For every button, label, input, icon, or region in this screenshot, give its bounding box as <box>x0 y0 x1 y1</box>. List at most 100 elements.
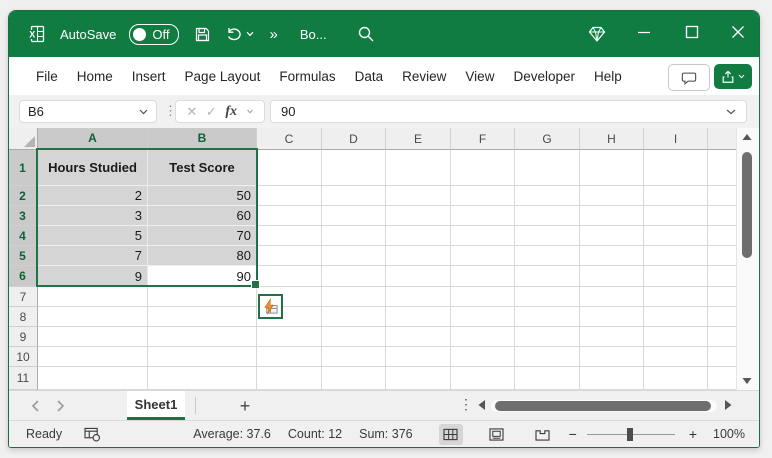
col-header-B[interactable]: B <box>148 128 257 150</box>
cell-F1[interactable] <box>451 150 515 186</box>
vertical-scrollbar[interactable] <box>736 128 757 390</box>
row-header-3[interactable]: 3 <box>9 206 38 226</box>
cell-A8[interactable] <box>38 307 148 327</box>
cell-D2[interactable] <box>322 186 386 206</box>
previous-sheet-icon[interactable] <box>31 399 40 412</box>
col-header-G[interactable]: G <box>515 128 580 150</box>
cell-F11[interactable] <box>451 367 515 390</box>
ribbon-tab-help[interactable]: Help <box>594 69 622 84</box>
select-all-corner[interactable] <box>9 128 38 150</box>
cell-C2[interactable] <box>257 186 322 206</box>
col-header-D[interactable]: D <box>322 128 386 150</box>
gem-upgrade-icon[interactable] <box>587 25 607 43</box>
col-header-A[interactable]: A <box>38 128 148 150</box>
cell-B7[interactable] <box>148 287 257 307</box>
cell-E10[interactable] <box>386 347 451 367</box>
cell-H1[interactable] <box>580 150 644 186</box>
cell-H5[interactable] <box>580 246 644 266</box>
cell-B2[interactable]: 50 <box>148 186 257 206</box>
minimize-button[interactable] <box>637 25 651 39</box>
normal-view-button[interactable] <box>438 423 463 445</box>
undo-button[interactable] <box>226 27 254 42</box>
horizontal-scroll-thumb[interactable] <box>495 401 711 411</box>
cell-B8[interactable] <box>148 307 257 327</box>
cell-A10[interactable] <box>38 347 148 367</box>
horizontal-scrollbar[interactable] <box>491 400 717 412</box>
cell-I8[interactable] <box>644 307 708 327</box>
cell-H3[interactable] <box>580 206 644 226</box>
cell-G9[interactable] <box>515 327 580 347</box>
cell-F6[interactable] <box>451 266 515 287</box>
cell-A6[interactable]: 9 <box>38 266 148 287</box>
cell-C1[interactable] <box>257 150 322 186</box>
cell-B6[interactable]: 90 <box>148 266 257 287</box>
cell-B9[interactable] <box>148 327 257 347</box>
sheet-tab-sheet1[interactable]: Sheet1 <box>127 391 185 420</box>
row-header-7[interactable]: 7 <box>9 287 38 307</box>
cell-D1[interactable] <box>322 150 386 186</box>
col-header-F[interactable]: F <box>451 128 515 150</box>
cell-J11[interactable] <box>708 367 737 390</box>
cell-I1[interactable] <box>644 150 708 186</box>
col-header-E[interactable]: E <box>386 128 451 150</box>
scroll-right-icon[interactable] <box>723 399 733 411</box>
cell-D9[interactable] <box>322 327 386 347</box>
cell-B3[interactable]: 60 <box>148 206 257 226</box>
insert-function-icon[interactable]: fx <box>225 104 237 120</box>
cell-G2[interactable] <box>515 186 580 206</box>
autosave-toggle[interactable]: Off <box>129 23 180 45</box>
cell-B4[interactable]: 70 <box>148 226 257 246</box>
cell-C9[interactable] <box>257 327 322 347</box>
formula-input[interactable]: 90 <box>270 100 747 123</box>
cell-H6[interactable] <box>580 266 644 287</box>
cell-D8[interactable] <box>322 307 386 327</box>
quick-analysis-button[interactable] <box>258 294 283 319</box>
expand-formula-bar-icon[interactable] <box>726 109 736 115</box>
cell-A9[interactable] <box>38 327 148 347</box>
col-header-partial[interactable] <box>708 128 737 150</box>
cell-F7[interactable] <box>451 287 515 307</box>
average-stat[interactable]: Average: 37.6 <box>193 427 271 441</box>
document-title[interactable]: Bo... <box>300 27 327 42</box>
name-box-chevron-icon[interactable] <box>139 109 148 115</box>
row-header-6[interactable]: 6 <box>9 266 38 287</box>
cancel-entry-icon[interactable]: ✕ <box>186 104 197 120</box>
cell-C11[interactable] <box>257 367 322 390</box>
cell-H10[interactable] <box>580 347 644 367</box>
save-button[interactable] <box>194 26 211 43</box>
cell-I5[interactable] <box>644 246 708 266</box>
page-layout-view-button[interactable] <box>485 424 509 445</box>
row-header-4[interactable]: 4 <box>9 226 38 246</box>
cell-I9[interactable] <box>644 327 708 347</box>
scroll-down-icon[interactable] <box>737 372 757 390</box>
cell-A7[interactable] <box>38 287 148 307</box>
maximize-button[interactable] <box>685 25 699 39</box>
cell-D6[interactable] <box>322 266 386 287</box>
cell-D4[interactable] <box>322 226 386 246</box>
zoom-out-button[interactable]: − <box>569 426 577 442</box>
cell-F2[interactable] <box>451 186 515 206</box>
ribbon-tab-view[interactable]: View <box>465 69 494 84</box>
sum-stat[interactable]: Sum: 376 <box>359 427 413 441</box>
name-box[interactable]: B6 <box>19 100 157 123</box>
cell-E4[interactable] <box>386 226 451 246</box>
cell-G6[interactable] <box>515 266 580 287</box>
row-header-11[interactable]: 11 <box>9 367 38 390</box>
search-icon[interactable] <box>357 25 375 43</box>
cell-I6[interactable] <box>644 266 708 287</box>
cell-A5[interactable]: 7 <box>38 246 148 266</box>
ribbon-tab-developer[interactable]: Developer <box>513 69 575 84</box>
cell-F9[interactable] <box>451 327 515 347</box>
new-sheet-button[interactable]: + <box>233 394 257 418</box>
share-button[interactable] <box>714 64 752 89</box>
row-header-9[interactable]: 9 <box>9 327 38 347</box>
cell-E6[interactable] <box>386 266 451 287</box>
cell-E2[interactable] <box>386 186 451 206</box>
cell-G10[interactable] <box>515 347 580 367</box>
cell-E9[interactable] <box>386 327 451 347</box>
col-header-C[interactable]: C <box>257 128 322 150</box>
cell-G11[interactable] <box>515 367 580 390</box>
cell-C3[interactable] <box>257 206 322 226</box>
ribbon-tab-data[interactable]: Data <box>355 69 384 84</box>
cell-A4[interactable]: 5 <box>38 226 148 246</box>
